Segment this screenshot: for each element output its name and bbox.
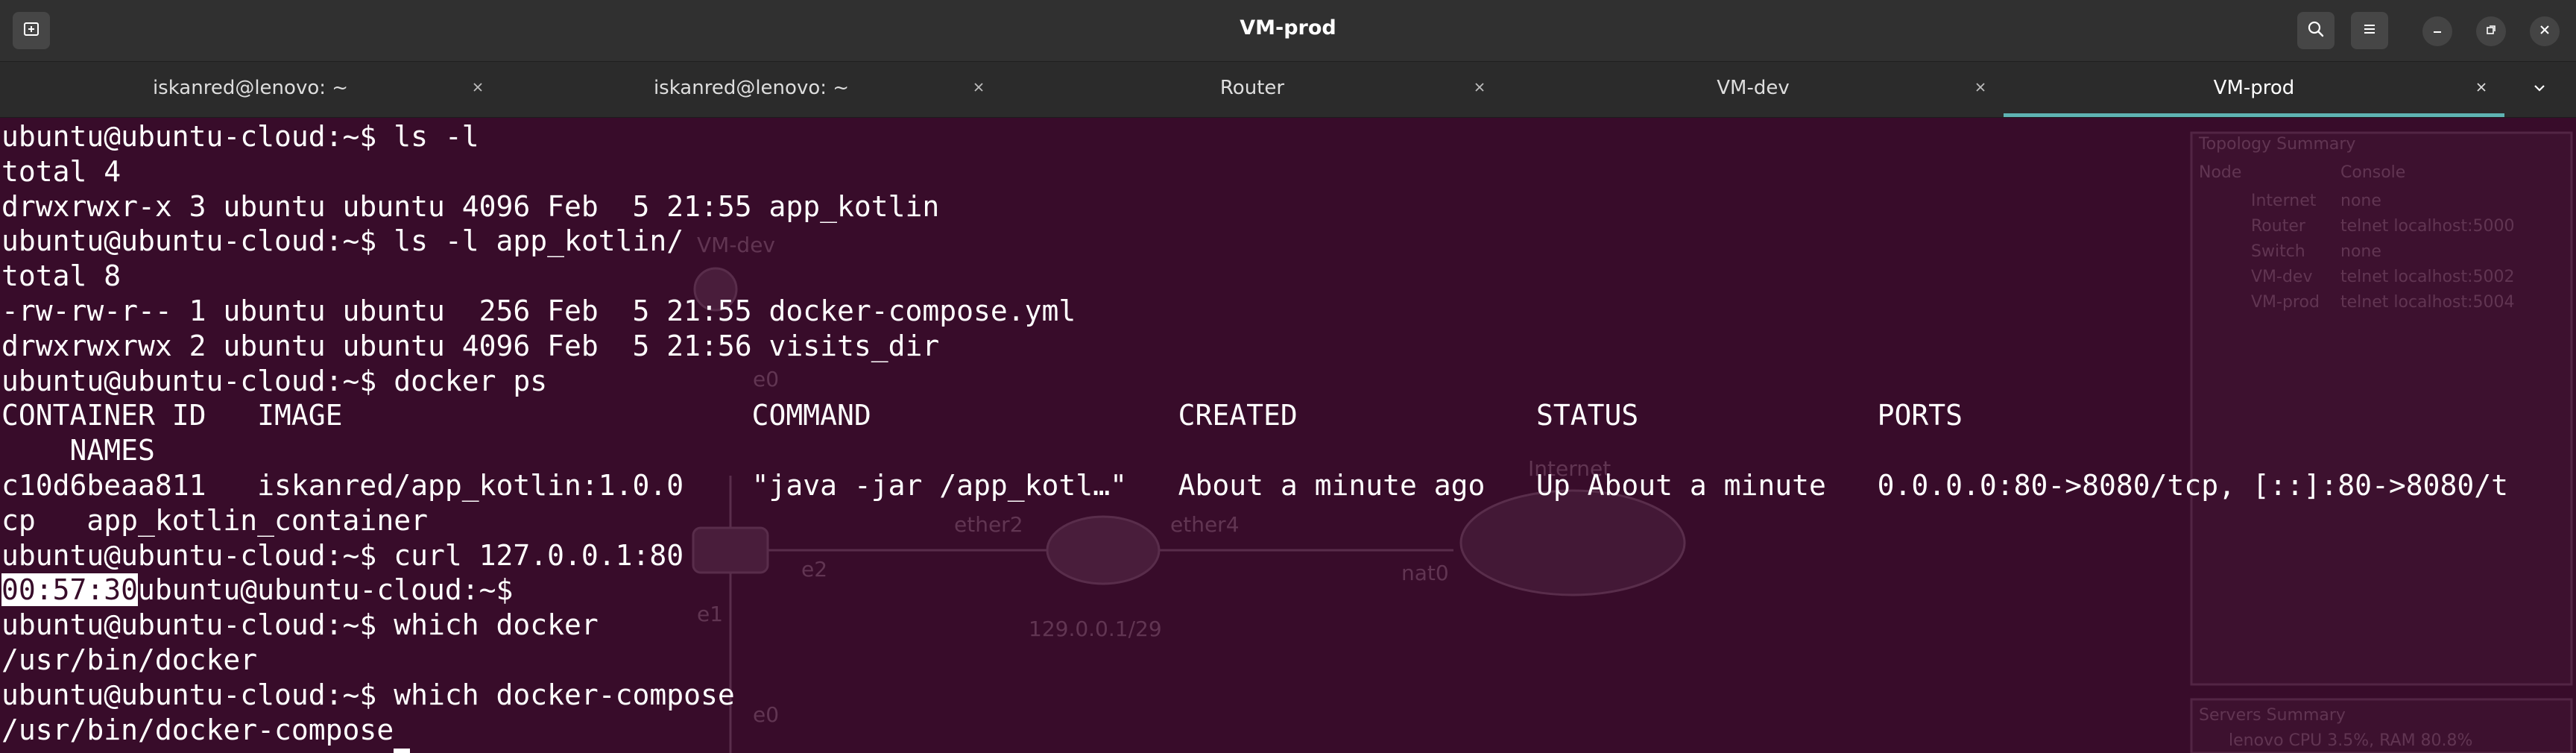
tabs-dropdown-button[interactable] (2521, 72, 2558, 107)
maximize-button[interactable] (2476, 16, 2506, 46)
tab-close-button[interactable] (1470, 79, 1489, 98)
terminal-line: ubuntu@ubuntu-cloud:~$ curl 127.0.0.1:80 (1, 538, 684, 572)
text-cursor (394, 748, 411, 753)
terminal-line: ubuntu@ubuntu-cloud:~$ which docker-comp… (1, 678, 735, 711)
close-icon (1974, 81, 1986, 96)
minimize-icon (2431, 23, 2444, 40)
terminal-line-text: ubuntu@ubuntu-cloud:~$ (138, 573, 514, 607)
terminal-line: cp app_kotlin_container (1, 503, 428, 537)
terminal-line: total 8 (1, 259, 121, 293)
close-button[interactable] (2530, 16, 2560, 46)
tab-label: VM-prod (2213, 77, 2295, 99)
tab-close-button[interactable] (468, 79, 487, 98)
close-icon (2538, 23, 2551, 40)
terminal-line: ubuntu@ubuntu-cloud:~$ which docker (1, 608, 599, 642)
terminal-window: VM-prod iskanred@lenovo: ~ iskanred@leno… (0, 0, 2576, 753)
tab-bar: iskanred@lenovo: ~ iskanred@lenovo: ~ Ro… (0, 62, 2576, 118)
terminal-line: /usr/bin/docker (1, 643, 258, 676)
tab-router[interactable]: Router (1002, 62, 1503, 117)
tab-close-button[interactable] (1971, 79, 1990, 98)
new-tab-button[interactable] (13, 12, 50, 49)
selected-text[interactable]: 00:57:30 (1, 573, 139, 607)
tab-label: iskanred@lenovo: ~ (653, 77, 850, 99)
tab-close-button[interactable] (2472, 79, 2491, 98)
terminal-line: ubuntu@ubuntu-cloud:~$ docker ps (1, 364, 548, 397)
terminal-line: NAMES (1, 434, 155, 467)
terminal-line: drwxrwxr-x 3 ubuntu ubuntu 4096 Feb 5 21… (1, 189, 940, 223)
tab-label: iskanred@lenovo: ~ (152, 77, 349, 99)
minimize-button[interactable] (2422, 16, 2452, 46)
close-icon (2475, 81, 2487, 96)
close-icon (973, 81, 985, 96)
hamburger-menu-icon (2360, 19, 2379, 42)
terminal-output: ubuntu@ubuntu-cloud:~$ ls -l total 4 drw… (1, 119, 2573, 753)
chevron-down-icon (2532, 81, 2547, 98)
terminal-line: /usr/bin/docker-compose (1, 713, 2573, 753)
terminal-line: drwxrwxrwx 2 ubuntu ubuntu 4096 Feb 5 21… (1, 329, 940, 362)
terminal-line: CONTAINER ID IMAGE COMMAND CREATED STATU… (1, 399, 1963, 432)
tab-iskanred-lenovo-2[interactable]: iskanred@lenovo: ~ (501, 62, 1002, 117)
close-icon (472, 81, 484, 96)
restore-icon (2484, 23, 2498, 40)
tab-label: VM-dev (1717, 77, 1790, 99)
tab-vm-dev[interactable]: VM-dev (1503, 62, 2004, 117)
search-icon (2306, 19, 2326, 42)
tab-close-button[interactable] (969, 79, 988, 98)
terminal-line: 00:57:30ubuntu@ubuntu-cloud:~$ (1, 573, 2573, 608)
terminal-view[interactable]: VM-dev e0 e0 e2 e1 ether2 ether4 nat0 In… (0, 118, 2576, 753)
window-title: VM-prod (1240, 16, 1336, 40)
header-bar: VM-prod (0, 0, 2576, 62)
terminal-line: ubuntu@ubuntu-cloud:~$ ls -l (1, 120, 479, 153)
tab-label: Router (1219, 77, 1285, 99)
terminal-line: ubuntu@ubuntu-cloud:~$ ls -l app_kotlin/ (1, 224, 684, 258)
terminal-line-text: /usr/bin/docker-compose (1, 713, 394, 746)
active-tab-indicator (2004, 113, 2504, 117)
search-button[interactable] (2297, 12, 2334, 49)
main-menu-button[interactable] (2351, 12, 2388, 49)
terminal-line: -rw-rw-r-- 1 ubuntu ubuntu 256 Feb 5 21:… (1, 294, 1076, 327)
new-tab-icon (22, 19, 41, 42)
tab-vm-prod[interactable]: VM-prod (2004, 62, 2504, 117)
terminal-line: c10d6beaa811 iskanred/app_kotlin:1.0.0 "… (1, 468, 2509, 502)
tab-iskanred-lenovo-1[interactable]: iskanred@lenovo: ~ (0, 62, 501, 117)
close-icon (1474, 81, 1486, 96)
terminal-line: total 4 (1, 154, 121, 188)
